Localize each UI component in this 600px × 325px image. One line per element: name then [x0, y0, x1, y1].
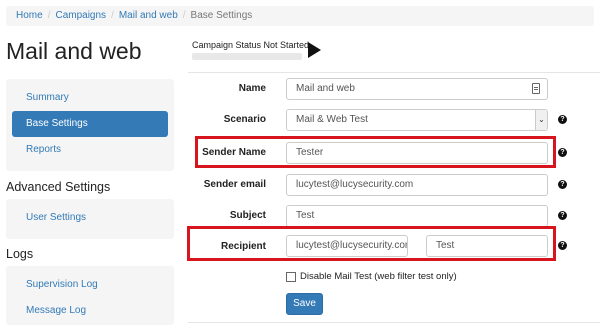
name-input[interactable]: Mail and web: [286, 78, 548, 100]
scenario-select-value: Mail & Web Test: [296, 114, 368, 125]
campaign-status-progress-bar: [192, 53, 302, 60]
advanced-settings-heading: Advanced Settings: [6, 180, 111, 194]
breadcrumb-home[interactable]: Home: [16, 10, 43, 21]
disable-mail-test-label: Disable Mail Test (web filter test only): [300, 271, 457, 282]
scenario-select[interactable]: Mail & Web Test ⌄: [286, 109, 548, 131]
sidebar-main-nav: Summary Base Settings Reports: [6, 79, 174, 171]
help-icon[interactable]: ?: [558, 180, 567, 189]
breadcrumb-current: Base Settings: [190, 10, 253, 21]
sidebar-advanced-nav: User Settings: [6, 199, 174, 239]
breadcrumb-separator: /: [111, 10, 114, 21]
content-divider: [188, 72, 600, 73]
subject-label: Subject: [229, 210, 266, 221]
sender-name-highlight: [195, 136, 556, 168]
breadcrumb-campaigns[interactable]: Campaigns: [55, 10, 106, 21]
save-button[interactable]: Save: [286, 293, 323, 315]
help-icon[interactable]: ?: [558, 148, 567, 157]
sidebar-item-message-log[interactable]: Message Log: [12, 298, 168, 324]
play-icon[interactable]: [308, 42, 321, 58]
sidebar-item-user-settings[interactable]: User Settings: [12, 205, 168, 231]
subject-input[interactable]: Test: [286, 205, 548, 227]
logs-heading: Logs: [6, 247, 34, 261]
name-label: Name: [238, 83, 266, 94]
sidebar-item-reports[interactable]: Reports: [12, 137, 168, 163]
help-icon[interactable]: ?: [558, 115, 567, 124]
chevron-down-icon[interactable]: ⌄: [535, 110, 547, 130]
sender-email-label: Sender email: [203, 179, 266, 190]
breadcrumb-mail-and-web[interactable]: Mail and web: [119, 10, 178, 21]
breadcrumb: Home / Campaigns / Mail and web / Base Setting…: [6, 6, 594, 26]
sidebar-item-supervision-log[interactable]: Supervision Log: [12, 272, 168, 298]
bottom-divider: [188, 322, 600, 323]
sidebar-item-summary[interactable]: Summary: [12, 85, 168, 111]
help-icon[interactable]: ?: [558, 241, 567, 250]
sidebar-item-base-settings[interactable]: Base Settings: [12, 111, 168, 137]
sidebar-logs-nav: Supervision Log Message Log: [6, 266, 174, 325]
disable-mail-test-checkbox[interactable]: [286, 272, 296, 282]
breadcrumb-separator: /: [47, 10, 51, 21]
contact-card-icon: [532, 83, 540, 94]
campaign-status-label: Campaign Status Not Started: [192, 40, 310, 50]
breadcrumb-separator: /: [182, 10, 186, 21]
help-icon[interactable]: ?: [558, 211, 567, 220]
page-title: Mail and web: [6, 38, 142, 64]
name-input-value: Mail and web: [296, 83, 355, 94]
scenario-label: Scenario: [223, 114, 266, 125]
sender-email-input[interactable]: lucytest@lucysecurity.com: [286, 174, 548, 196]
recipient-highlight: [187, 226, 556, 261]
